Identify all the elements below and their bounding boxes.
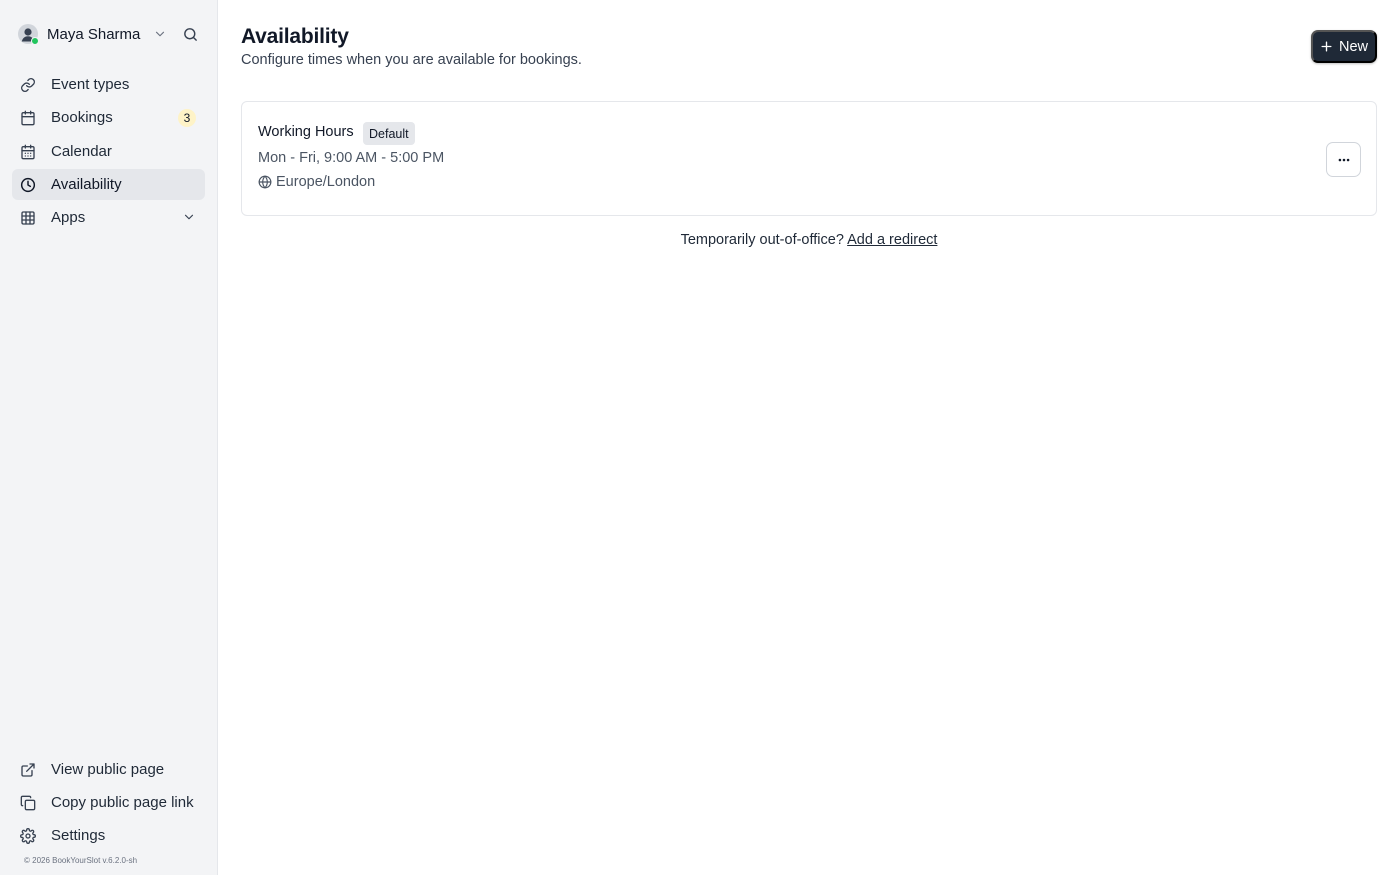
copy-icon [20,795,36,811]
schedule-title: Working Hours [258,124,354,140]
sidebar-item-label: Calendar [51,143,112,160]
search-icon[interactable] [181,25,199,43]
sidebar-item-settings[interactable]: Settings [12,820,205,851]
plus-icon [1320,40,1333,53]
avatar [18,24,39,45]
clock-icon [20,177,36,193]
sidebar-item-copy-public-page-link[interactable]: Copy public page link [12,787,205,818]
chevron-down-icon[interactable] [153,27,167,41]
calendar-grid-icon [20,144,36,160]
chevron-down-icon[interactable] [182,210,196,224]
external-link-icon [20,762,36,778]
sidebar-item-label: Copy public page link [51,794,194,811]
out-of-office-text: Temporarily out-of-office? [680,232,844,248]
gear-icon [20,827,36,844]
online-status-dot [31,37,39,45]
sidebar-item-event-types[interactable]: Event types [12,69,205,100]
user-menu[interactable]: Maya Sharma [18,22,204,46]
sidebar-item-label: View public page [51,761,165,778]
add-redirect-link[interactable]: Add a redirect [847,232,937,248]
page-subtitle: Configure times when you are available f… [241,52,582,68]
page-title: Availability [241,25,349,48]
new-schedule-button[interactable]: New [1311,30,1377,63]
new-button-label: New [1338,38,1368,55]
more-options-button[interactable] [1326,142,1361,177]
sidebar-item-label: Settings [51,827,106,844]
sidebar-item-availability[interactable]: Availability [12,169,205,200]
sidebar-item-apps[interactable]: Apps [12,202,205,233]
schedule-timezone: Europe/London [258,173,375,191]
main-content: Availability Configure times when you ar… [218,0,1400,875]
schedule-card[interactable]: Working Hours Default Mon - Fri, 9:00 AM… [241,101,1377,216]
more-horizontal-icon [1337,153,1351,167]
version-footer: © 2026 BookYourSlot v.6.2.0-sh [24,856,138,865]
sidebar-item-label: Bookings [51,109,113,126]
user-name: Maya Sharma [47,25,141,43]
sidebar-item-view-public-page[interactable]: View public page [12,754,205,785]
link-icon [20,77,36,93]
out-of-office-prompt: Temporarily out-of-office? Add a redirec… [218,232,1400,248]
globe-icon [258,175,272,189]
default-badge: Default [363,122,415,145]
sidebar-item-label: Apps [51,209,86,226]
sidebar-item-bookings[interactable]: Bookings 3 [12,102,205,133]
sidebar-item-calendar[interactable]: Calendar [12,136,205,167]
sidebar-item-label: Availability [51,176,122,193]
bookings-count-badge: 3 [178,109,196,127]
timezone-label: Europe/London [276,174,376,190]
sidebar-item-label: Event types [51,76,130,93]
sidebar: Maya Sharma Event types Bookings 3 Calen… [0,0,218,875]
schedule-hours: Mon - Fri, 9:00 AM - 5:00 PM [258,150,445,166]
calendar-icon [20,110,36,126]
grid-icon [20,210,36,226]
